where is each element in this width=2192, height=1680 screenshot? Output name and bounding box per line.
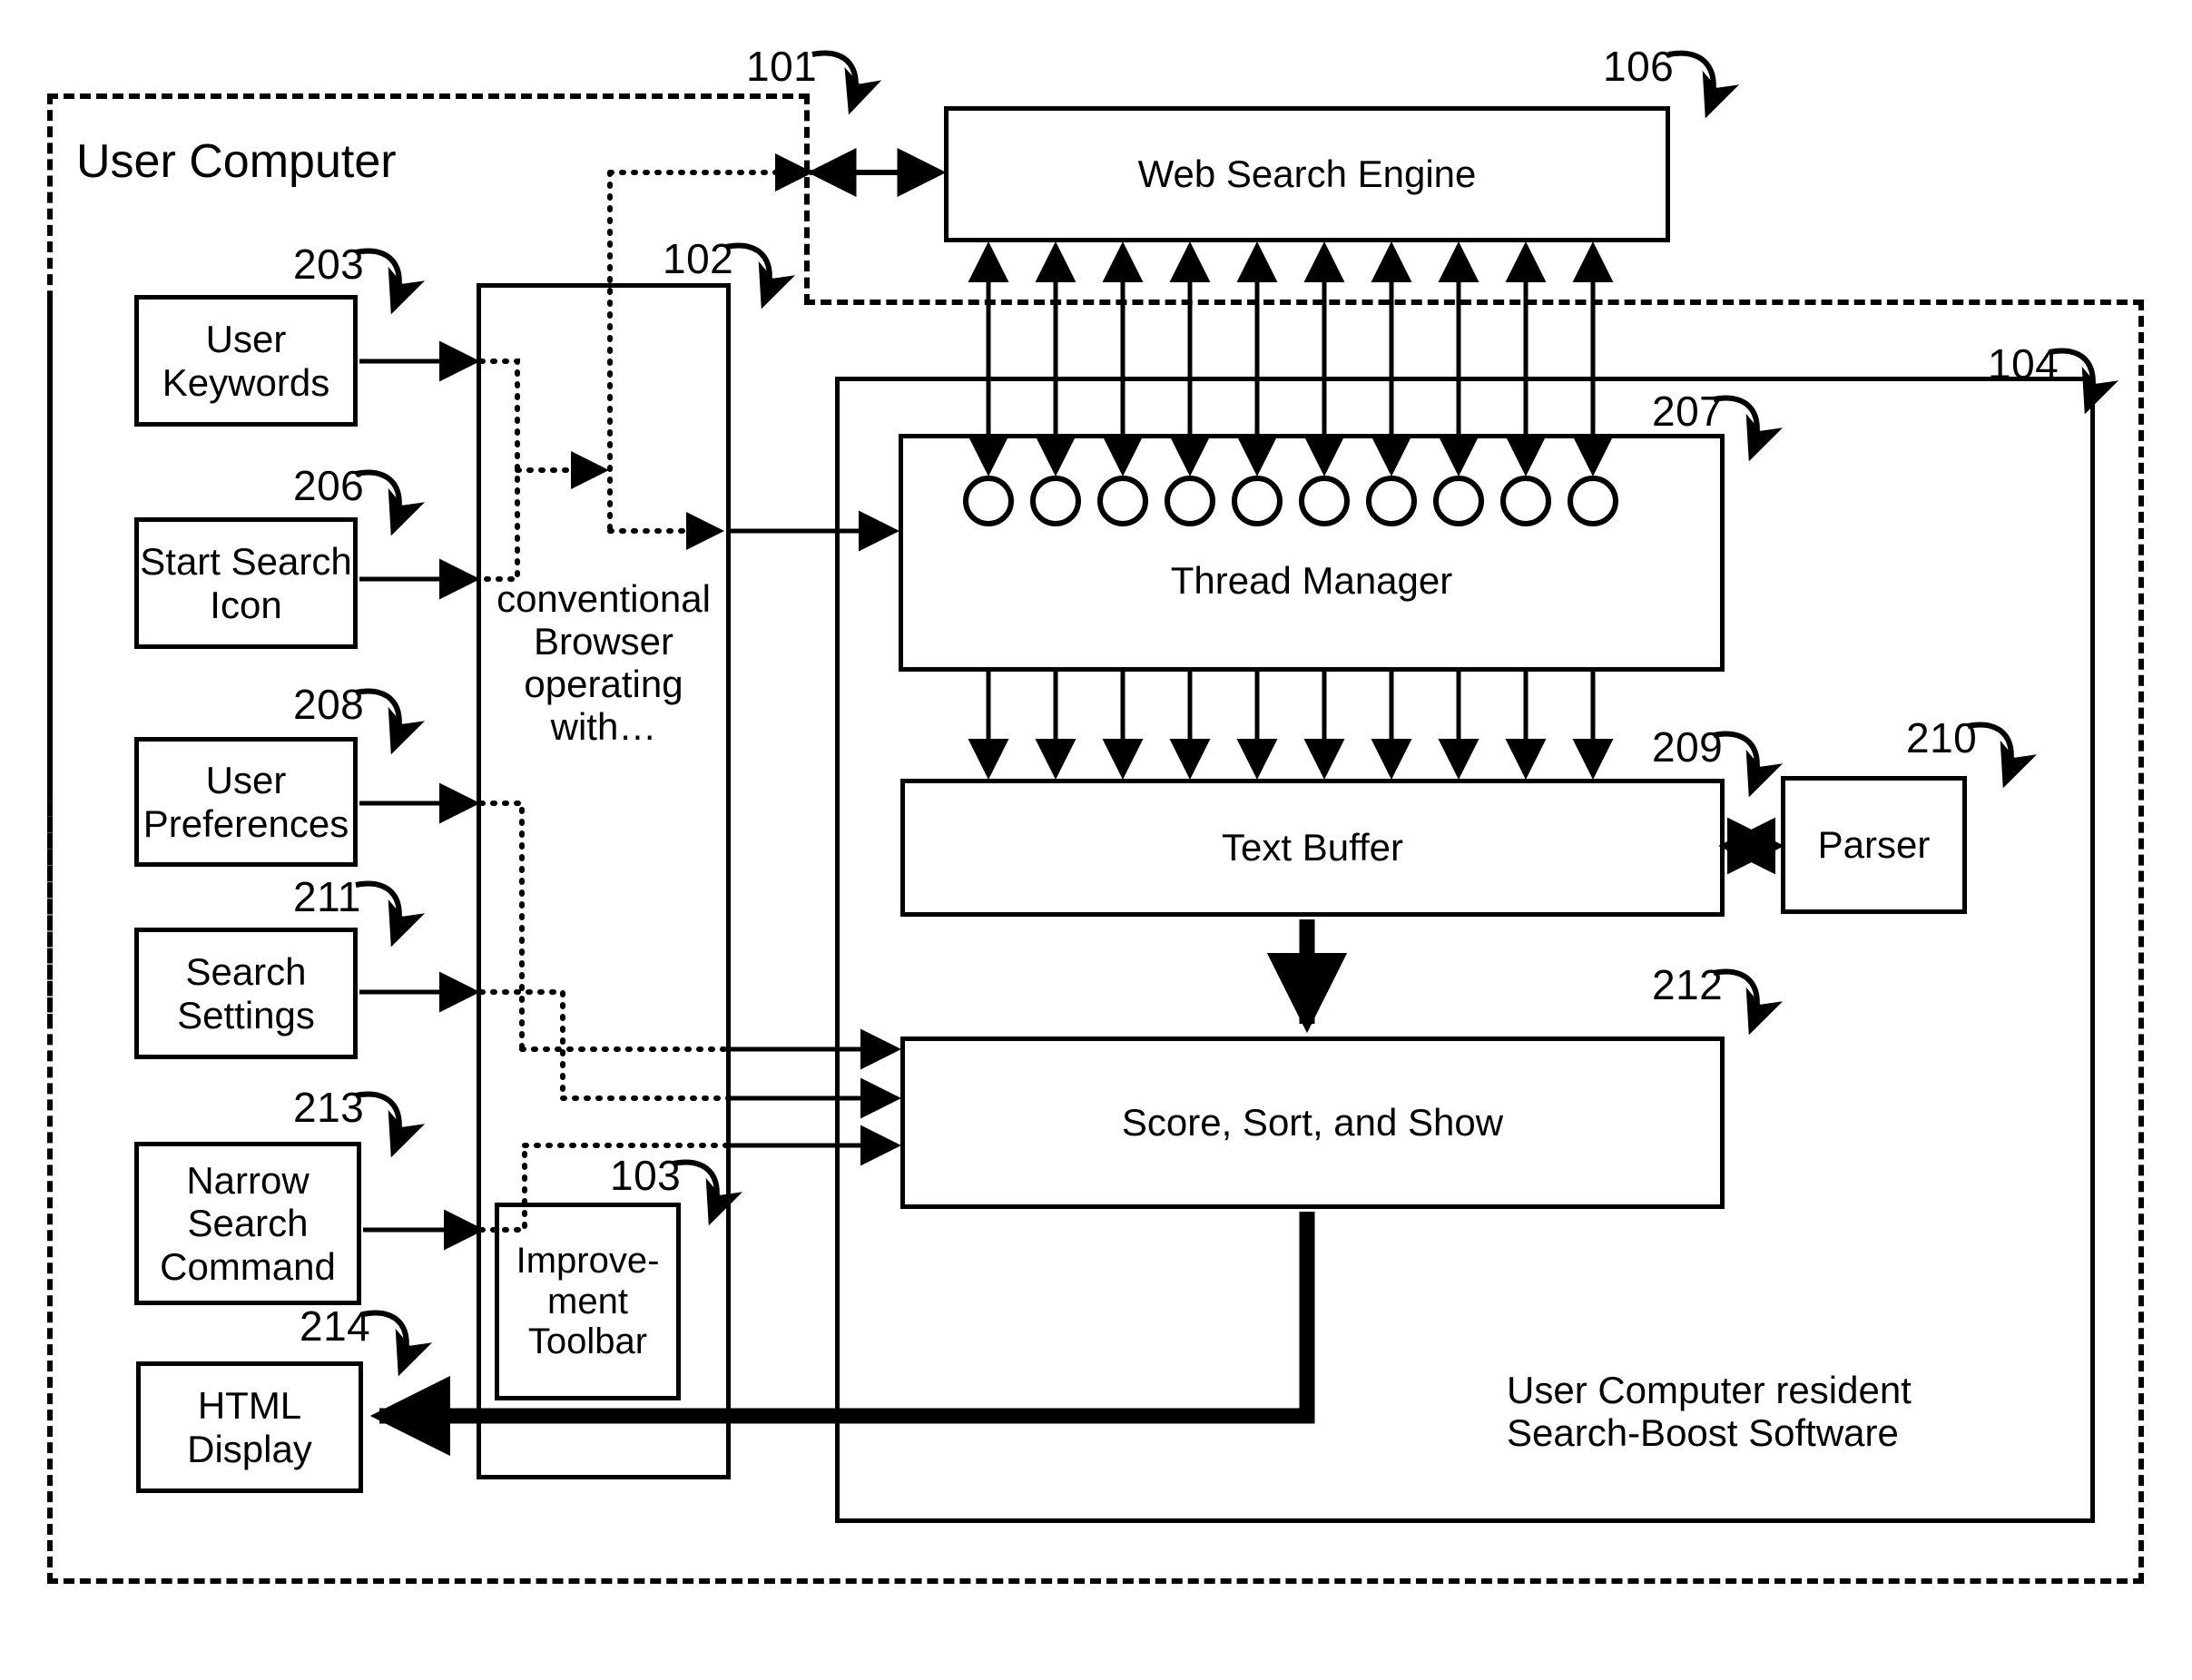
ref-209: 209 [1652, 723, 1724, 771]
html-display-label: HTML Display [136, 1361, 363, 1493]
browser-line1: conventional [496, 576, 711, 620]
search-settings-line1: Search [185, 950, 307, 994]
ref-206: 206 [293, 462, 365, 509]
user-computer-boundary-right-top [804, 300, 2144, 305]
ref-211: 211 [293, 873, 361, 920]
user-computer-boundary-vertical-split [804, 93, 810, 305]
ref-203: 203 [293, 241, 365, 288]
narrow-search-line2: Search [187, 1202, 309, 1245]
start-search-icon-line2: Icon [210, 583, 282, 626]
search-settings-label: Search Settings [134, 928, 358, 1059]
user-keywords-line1: User [205, 318, 287, 361]
user-keywords-label: User Keywords [134, 295, 358, 427]
web-search-engine-label: Web Search Engine [1137, 152, 1477, 196]
improvement-toolbar-line3: Toolbar [527, 1321, 648, 1362]
browser-line2: Browser [533, 619, 674, 663]
user-computer-title: User Computer [76, 135, 397, 188]
ref-208: 208 [293, 681, 365, 728]
search-settings-line2: Settings [177, 993, 315, 1036]
narrow-search-command-label: Narrow Search Command [132, 1142, 364, 1305]
ref-106: 106 [1603, 43, 1675, 90]
html-display-line1: HTML [197, 1384, 302, 1428]
thread-manager-label: Thread Manager [1170, 559, 1453, 603]
text-buffer-label: Text Buffer [1222, 826, 1403, 869]
search-boost-note-line1: User Computer resident [1507, 1368, 1912, 1411]
narrow-search-line1: Narrow [186, 1159, 310, 1203]
user-preferences-line2: Preferences [143, 801, 349, 845]
html-display-line2: Display [187, 1427, 312, 1470]
leader-101 [811, 50, 882, 115]
improvement-toolbar-line2: ment [547, 1281, 628, 1321]
parser-label: Parser [1817, 823, 1931, 867]
user-preferences-label: User Preferences [132, 737, 360, 867]
ref-103: 103 [610, 1152, 682, 1199]
ref-213: 213 [293, 1084, 365, 1131]
start-search-icon-line1: Start Search [140, 540, 352, 584]
leader-106 [1667, 50, 1740, 119]
narrow-search-line3: Command [160, 1244, 336, 1288]
improvement-toolbar-label: Improve- ment Toolbar [495, 1203, 681, 1400]
ref-101: 101 [746, 43, 818, 90]
ref-214: 214 [300, 1302, 371, 1350]
browser-line4: with… [550, 705, 657, 749]
user-preferences-line1: User [205, 759, 287, 802]
browser-line3: operating [524, 663, 683, 705]
ref-104: 104 [1988, 340, 2059, 388]
ref-207: 207 [1652, 388, 1724, 435]
search-boost-note: User Computer resident Search-Boost Soft… [1507, 1352, 2051, 1470]
search-boost-note-line2: Search-Boost Software [1507, 1411, 1899, 1454]
patent-figure: Web Search Engine User Keywords Start Se… [0, 0, 2192, 1680]
user-keywords-line2: Keywords [162, 360, 330, 404]
ref-212: 212 [1652, 961, 1724, 1008]
browser-label: conventional Browser operating with… [477, 572, 731, 753]
score-sort-show-label: Score, Sort, and Show [1121, 1101, 1504, 1145]
ref-102: 102 [663, 235, 734, 282]
improvement-toolbar-line1: Improve- [516, 1240, 660, 1281]
start-search-icon-label: Start Search Icon [132, 517, 360, 649]
ref-210: 210 [1906, 714, 1978, 761]
